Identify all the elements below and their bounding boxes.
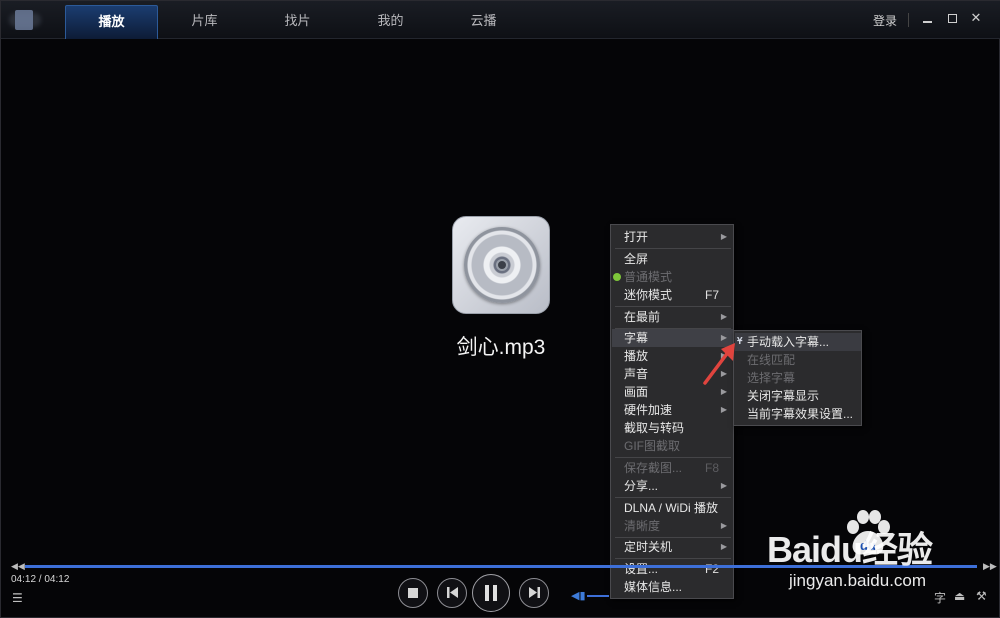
menu-divider — [615, 558, 731, 559]
maximize-button[interactable] — [944, 11, 960, 27]
watermark-url: jingyan.baidu.com — [789, 571, 927, 590]
main-tabs: 播放 片库 找片 我的 云播 — [65, 5, 530, 39]
album-cover — [452, 216, 550, 314]
menu-item-label: 迷你模式 — [624, 288, 673, 302]
next-button[interactable] — [519, 578, 549, 608]
submenu-item-select-subtitle: 选择字幕 — [735, 369, 861, 387]
pause-icon-bar — [493, 585, 497, 601]
menu-item-label: 硬件加速 — [624, 403, 673, 417]
menu-item-label: 定时关机 — [624, 540, 673, 554]
close-button[interactable]: ✕ — [968, 11, 984, 27]
menu-item-label: 画面 — [624, 385, 649, 399]
submenu-arrow-icon: ▶ — [720, 232, 727, 241]
pause-icon — [485, 585, 489, 601]
menu-shortcut: F7 — [704, 288, 719, 302]
watermark-brand: Baidu经验 — [767, 529, 933, 570]
menu-item-shutdown-timer[interactable]: 定时关机 ▶ — [612, 538, 733, 556]
submenu-arrow-icon: ▶ — [720, 481, 727, 490]
menu-item-share[interactable]: 分享... ▶ — [612, 477, 733, 495]
submenu-item-label: 选择字幕 — [747, 371, 796, 385]
submenu-arrow-icon: ▶ — [720, 312, 727, 321]
tab-cloud[interactable]: 云播 — [437, 5, 530, 39]
menu-item-capture-transcode[interactable]: 截取与转码 — [612, 419, 733, 437]
menu-item-label: GIF图截取 — [624, 439, 680, 453]
previous-button[interactable] — [437, 578, 467, 608]
submenu-arrow-icon: ▶ — [720, 521, 727, 530]
tab-mine[interactable]: 我的 — [344, 5, 437, 39]
menu-item-label: 清晰度 — [624, 519, 661, 533]
tab-find[interactable]: 找片 — [251, 5, 344, 39]
app-logo-icon[interactable] — [7, 7, 45, 33]
context-menu: 打开▶ 全屏 普通模式 迷你模式F7 在最前▶ 字幕▶ 播放▶ 声音▶ 画面▶ … — [610, 224, 734, 599]
submenu-item-label: 当前字幕效果设置... — [747, 407, 854, 421]
submenu-item-hide-subtitle[interactable]: 关闭字幕显示 — [735, 387, 861, 405]
menu-divider — [615, 248, 731, 249]
menu-item-save-screenshot: 保存截图... F8 — [612, 459, 733, 477]
menu-item-label: DLNA / WiDi 播放 — [624, 501, 719, 515]
submenu-item-label: 关闭字幕显示 — [747, 389, 820, 403]
submenu-item-label: 在线匹配 — [747, 353, 796, 367]
menu-item-quality: 清晰度 ▶ — [612, 517, 733, 535]
menu-item-label: 保存截图... — [624, 461, 683, 475]
disc-icon — [464, 227, 540, 303]
checked-dot-icon — [613, 273, 621, 281]
menu-item-open[interactable]: 打开 ▶ — [612, 228, 733, 246]
minimize-button[interactable] — [919, 11, 935, 27]
menu-item-fullscreen[interactable]: 全屏 — [612, 250, 733, 268]
submenu-item-subtitle-settings[interactable]: 当前字幕效果设置... — [735, 405, 861, 423]
submenu-item-load-subtitle[interactable]: Ұ 手动载入字幕... — [735, 333, 861, 351]
menu-divider — [615, 457, 731, 458]
previous-icon — [446, 587, 458, 598]
menu-item-on-top[interactable]: 在最前 ▶ — [612, 308, 733, 326]
stop-icon — [408, 588, 418, 598]
menu-item-label: 声音 — [624, 367, 649, 381]
pause-button[interactable] — [472, 574, 510, 612]
submenu-item-online-match: 在线匹配 — [735, 351, 861, 369]
close-icon: ✕ — [970, 11, 982, 26]
menu-item-label: 播放 — [624, 349, 649, 363]
menu-item-gif-capture: GIF图截取 — [612, 437, 733, 455]
maximize-icon — [947, 14, 957, 23]
menu-shortcut: F8 — [704, 461, 719, 475]
submenu-arrow-icon: ▶ — [720, 542, 727, 551]
menu-item-settings[interactable]: 设置... F2 — [612, 560, 733, 578]
login-link[interactable]: 登录 — [873, 12, 897, 29]
minimize-icon — [922, 21, 932, 23]
menu-shortcut: F2 — [704, 562, 719, 576]
stop-button[interactable] — [398, 578, 428, 608]
menu-item-label: 在最前 — [624, 310, 661, 324]
baidu-watermark: du Baidu经验 jingyan.baidu.com — [767, 509, 997, 609]
time-display: 04:12 / 04:12 — [11, 574, 70, 585]
submenu-arrow-icon: ▶ — [720, 405, 727, 414]
menu-item-hw-accel[interactable]: 硬件加速 ▶ — [612, 401, 733, 419]
menu-item-dlna[interactable]: DLNA / WiDi 播放 — [612, 499, 733, 517]
submenu-item-label: 手动载入字幕... — [747, 335, 830, 349]
menu-divider — [615, 306, 731, 307]
menu-item-normal-mode: 普通模式 — [612, 268, 733, 286]
annotation-arrow-icon — [703, 343, 735, 385]
menu-item-label: 媒体信息... — [624, 580, 683, 594]
menu-item-label: 普通模式 — [624, 270, 673, 284]
menu-item-label: 打开 — [624, 230, 649, 244]
title-divider — [908, 13, 909, 27]
menu-item-label: 截取与转码 — [624, 421, 685, 435]
menu-item-label: 全屏 — [624, 252, 649, 266]
player-window: 播放 片库 找片 我的 云播 登录 ✕ 剑心.mp3 打开 ▶ 全屏 普通模式 迷… — [0, 0, 1000, 618]
title-bar: 播放 片库 找片 我的 云播 登录 ✕ — [1, 1, 1000, 39]
tab-library[interactable]: 片库 — [158, 5, 251, 39]
subtitle-submenu: Ұ 手动载入字幕... 在线匹配 选择字幕 关闭字幕显示 当前字幕效果设置... — [733, 330, 862, 426]
playlist-icon[interactable]: ☰ — [12, 591, 23, 605]
menu-item-mini-mode[interactable]: 迷你模式 F7 — [612, 286, 733, 304]
menu-item-label: 分享... — [624, 479, 659, 493]
next-icon — [528, 587, 540, 598]
volume-icon[interactable]: ◀▮ — [571, 589, 586, 602]
volume-slider[interactable] — [587, 595, 609, 597]
tab-play[interactable]: 播放 — [65, 5, 158, 39]
menu-item-media-info[interactable]: 媒体信息... — [612, 578, 733, 596]
seek-back-icon[interactable]: ◀◀ — [11, 562, 25, 572]
media-filename: 剑心.mp3 — [456, 336, 546, 359]
menu-divider — [615, 497, 731, 498]
menu-item-label: 字幕 — [624, 331, 649, 345]
